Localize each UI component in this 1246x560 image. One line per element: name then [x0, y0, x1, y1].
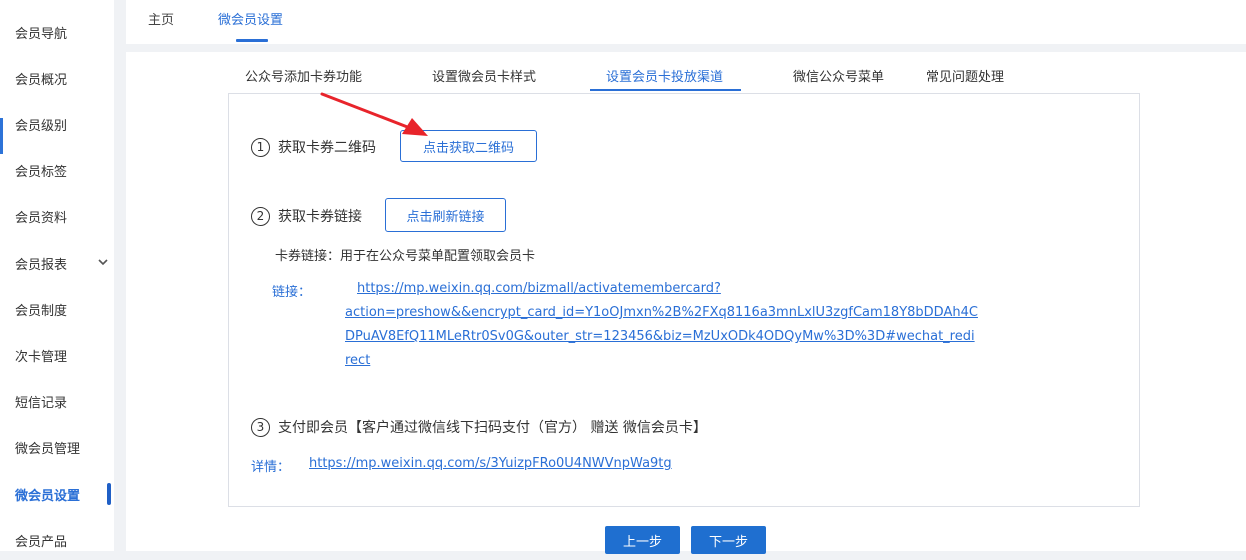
step3-text: 支付即会员【客户通过微信线下扫码支付（官方） 赠送 微信会员卡】 — [278, 420, 707, 436]
subtab-wechat-menu[interactable]: 微信公众号菜单 — [793, 67, 884, 93]
sidebar-item-wechat-member-manage[interactable]: 微会员管理 — [0, 427, 114, 467]
step3-label: 3 支付即会员【客户通过微信线下扫码支付（官方） 赠送 微信会员卡】 — [251, 417, 707, 437]
refresh-link-button[interactable]: 点击刷新链接 — [385, 198, 506, 232]
card-link-line-3[interactable]: DPuAV8EfQ11MLeRtr0Sv0G&outer_str=123456&… — [345, 325, 975, 349]
sidebar-item-member-policy[interactable]: 会员制度 — [0, 289, 114, 329]
sidebar-item-member-profile[interactable]: 会员资料 — [0, 196, 114, 236]
step2-label: 2 获取卡券链接 — [251, 206, 362, 226]
active-indicator — [107, 483, 111, 505]
card-link-line-4[interactable]: rect — [345, 349, 370, 373]
sidebar-item-label: 会员产品 — [15, 534, 68, 550]
step1-number: 1 — [251, 137, 270, 157]
details-label: 详情： — [251, 460, 291, 475]
details-link[interactable]: https://mp.weixin.qq.com/s/3YuizpFRo0U4N… — [309, 452, 672, 476]
tab-home[interactable]: 主页 — [148, 0, 174, 44]
sidebar-item-label: 会员报表 — [15, 257, 68, 273]
card-link-line-2[interactable]: action=preshow&&encrypt_card_id=Y1oOJmxn… — [345, 301, 978, 325]
top-tab-underline — [236, 39, 268, 42]
sidebar-item-label: 会员级别 — [15, 118, 68, 134]
sidebar-item-member-level[interactable]: 会员级别 — [0, 104, 114, 144]
sidebar: 会员导航 会员概况 会员级别 会员标签 会员资料 会员报表 会员制度 次卡管理 … — [0, 0, 114, 551]
tab-wechat-member-settings[interactable]: 微会员设置 — [218, 0, 283, 44]
sidebar-item-label: 会员资料 — [15, 210, 68, 226]
link-label: 链接： — [272, 285, 312, 300]
sidebar-item-label: 会员导航 — [15, 26, 68, 42]
sidebar-item-label: 微会员设置 — [15, 488, 81, 504]
sidebar-item-label: 次卡管理 — [15, 349, 68, 365]
sidebar-item-label: 会员标签 — [15, 164, 68, 180]
prev-step-button[interactable]: 上一步 — [605, 526, 680, 554]
sidebar-item-label: 微会员管理 — [15, 441, 81, 457]
sidebar-item-member-reports[interactable]: 会员报表 — [0, 243, 114, 283]
top-tab-bar: 主页 微会员设置 — [126, 0, 1246, 44]
step2-number: 2 — [251, 206, 270, 226]
sidebar-item-member-overview[interactable]: 会员概况 — [0, 58, 114, 98]
sidebar-item-label: 会员制度 — [15, 303, 68, 319]
subtab-underline — [590, 89, 741, 91]
step2-text: 获取卡券链接 — [278, 209, 362, 225]
sidebar-item-label: 会员概况 — [15, 72, 68, 88]
sidebar-item-member-tags[interactable]: 会员标签 — [0, 150, 114, 190]
sidebar-item-member-nav[interactable]: 会员导航 — [0, 12, 114, 52]
card-link-description: 卡券链接：用于在公众号菜单配置领取会员卡 — [275, 249, 536, 264]
subtab-faq[interactable]: 常见问题处理 — [926, 67, 1004, 93]
subtab-card-style[interactable]: 设置微会员卡样式 — [432, 67, 536, 93]
sidebar-item-punch-card[interactable]: 次卡管理 — [0, 335, 114, 375]
next-step-button[interactable]: 下一步 — [691, 526, 766, 554]
step3-number: 3 — [251, 417, 270, 437]
card-link-line-1[interactable]: https://mp.weixin.qq.com/bizmall/activat… — [357, 277, 721, 301]
sidebar-item-sms-records[interactable]: 短信记录 — [0, 381, 114, 421]
chevron-down-icon — [98, 259, 108, 266]
sidebar-item-wechat-member-settings[interactable]: 微会员设置 — [0, 474, 114, 514]
sidebar-item-member-products[interactable]: 会员产品 — [0, 520, 114, 560]
annotation-arrow-icon — [320, 92, 428, 136]
sidebar-item-label: 短信记录 — [15, 395, 68, 411]
